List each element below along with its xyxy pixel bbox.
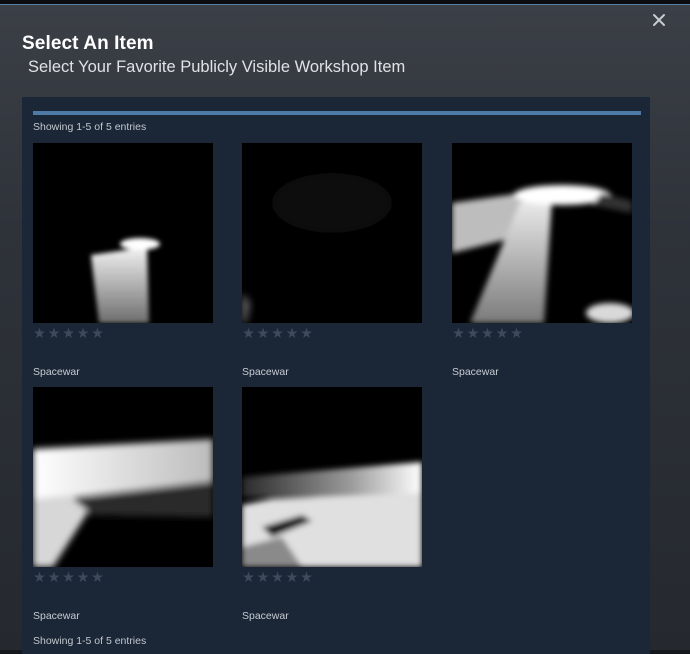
workshop-item-3[interactable]: ★★★★★ Spacewar (452, 143, 632, 378)
star-icon: ★ (466, 326, 480, 342)
entries-count-top: Showing 1-5 of 5 entries (33, 121, 147, 133)
star-icon: ★ (47, 570, 61, 586)
star-icon: ★ (256, 570, 270, 586)
star-icon: ★ (47, 326, 61, 342)
star-icon: ★ (271, 570, 285, 586)
rating-stars: ★★★★★ (33, 326, 213, 342)
star-icon: ★ (300, 570, 314, 586)
rating-stars: ★★★★★ (33, 570, 213, 586)
rating-stars: ★★★★★ (242, 326, 422, 342)
workshop-item-1[interactable]: ★★★★★ Spacewar (33, 143, 213, 378)
close-icon[interactable] (652, 13, 666, 27)
item-name[interactable]: Spacewar (242, 610, 422, 622)
star-icon: ★ (33, 326, 47, 342)
star-icon: ★ (76, 570, 90, 586)
star-icon: ★ (452, 326, 466, 342)
select-item-dialog: Select An Item Select Your Favorite Publ… (0, 4, 690, 654)
dialog-subtitle: Select Your Favorite Publicly Visible Wo… (28, 58, 406, 76)
star-icon: ★ (76, 326, 90, 342)
entries-count-bottom: Showing 1-5 of 5 entries (33, 635, 147, 647)
star-icon: ★ (242, 570, 256, 586)
dialog-title: Select An Item (22, 33, 154, 54)
star-icon: ★ (510, 326, 524, 342)
star-icon: ★ (62, 570, 76, 586)
star-icon: ★ (285, 326, 299, 342)
star-icon: ★ (256, 326, 270, 342)
item-thumbnail[interactable] (33, 143, 213, 323)
rating-stars: ★★★★★ (452, 326, 632, 342)
star-icon: ★ (271, 326, 285, 342)
rating-stars: ★★★★★ (242, 570, 422, 586)
item-thumbnail[interactable] (452, 143, 632, 323)
star-icon: ★ (33, 570, 47, 586)
star-icon: ★ (91, 570, 105, 586)
star-icon: ★ (91, 326, 105, 342)
item-name[interactable]: Spacewar (33, 366, 213, 378)
workshop-item-2[interactable]: ★★★★★ Spacewar (242, 143, 422, 378)
star-icon: ★ (62, 326, 76, 342)
star-icon: ★ (300, 326, 314, 342)
workshop-item-4[interactable]: ★★★★★ Spacewar (33, 387, 213, 622)
workshop-item-5[interactable]: ★★★★★ Spacewar (242, 387, 422, 622)
star-icon: ★ (481, 326, 495, 342)
star-icon: ★ (495, 326, 509, 342)
item-thumbnail[interactable] (33, 387, 213, 567)
panel-divider (33, 111, 641, 115)
item-name[interactable]: Spacewar (452, 366, 632, 378)
item-name[interactable]: Spacewar (33, 610, 213, 622)
item-name[interactable]: Spacewar (242, 366, 422, 378)
workshop-items-panel: Showing 1-5 of 5 entries ★★★★★ Spacewar … (22, 97, 650, 654)
item-thumbnail[interactable] (242, 387, 422, 567)
star-icon: ★ (242, 326, 256, 342)
item-thumbnail[interactable] (242, 143, 422, 323)
star-icon: ★ (285, 570, 299, 586)
